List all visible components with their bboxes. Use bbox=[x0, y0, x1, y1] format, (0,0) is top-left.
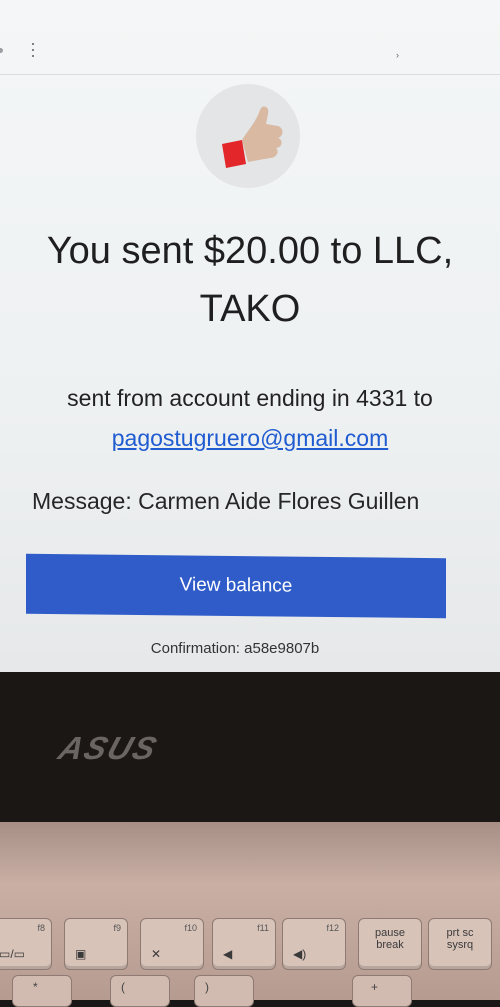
key-f8[interactable]: f8 ▭/▭ bbox=[0, 918, 52, 970]
view-balance-button[interactable]: View balance bbox=[26, 553, 446, 619]
key-f12[interactable]: f12 ◀) bbox=[282, 918, 346, 970]
key-plus[interactable]: + bbox=[352, 975, 412, 1007]
volume-down-icon: ◀ bbox=[223, 947, 233, 961]
mute-icon: ✕ bbox=[151, 947, 162, 961]
thumbs-up-icon bbox=[222, 106, 283, 168]
key-f10[interactable]: f10 ✕ bbox=[140, 918, 204, 970]
payment-message: Message: Carmen Aide Flores Guillen bbox=[32, 488, 420, 514]
sent-text: sent from account ending in 4331 to bbox=[67, 385, 433, 411]
laptop-logo: ASUS bbox=[54, 730, 163, 766]
confirmation-code: Confirmation: a58e9807b bbox=[150, 640, 320, 657]
key-pause-break[interactable]: pause break bbox=[358, 918, 422, 970]
display-icon: ▭/▭ bbox=[0, 947, 26, 961]
more-vertical-icon[interactable]: · · · bbox=[30, 34, 36, 64]
avatar bbox=[196, 84, 300, 188]
cursor-mark: › bbox=[396, 50, 399, 60]
key-f9[interactable]: f9 ▣ bbox=[64, 918, 128, 970]
key-prt-sc[interactable]: prt sc sysrq bbox=[428, 918, 492, 970]
volume-up-icon: ◀) bbox=[293, 947, 307, 961]
touchpad-icon: ▣ bbox=[75, 947, 87, 961]
key-close-paren[interactable]: ) bbox=[194, 975, 254, 1007]
payment-title: You sent $20.00 to LLC, TAKO bbox=[20, 222, 480, 338]
key-asterisk[interactable]: * bbox=[12, 975, 72, 1007]
sent-details: sent from account ending in 4331 to pago… bbox=[30, 378, 470, 458]
email-screen: · · · › You sent $20.00 to LLC, TAKO sent … bbox=[0, 0, 500, 672]
title-line-2: TAKO bbox=[199, 288, 301, 330]
key-open-paren[interactable]: ( bbox=[110, 975, 170, 1007]
window-dot bbox=[0, 48, 3, 53]
keyboard bbox=[0, 822, 500, 1000]
recipient-email-link[interactable]: pagostugruero@gmail.com bbox=[112, 425, 388, 451]
key-f11[interactable]: f11 ◀ bbox=[212, 918, 276, 970]
title-line-1: You sent $20.00 to LLC, bbox=[46, 230, 454, 272]
toolbar: · · · › bbox=[0, 28, 500, 75]
